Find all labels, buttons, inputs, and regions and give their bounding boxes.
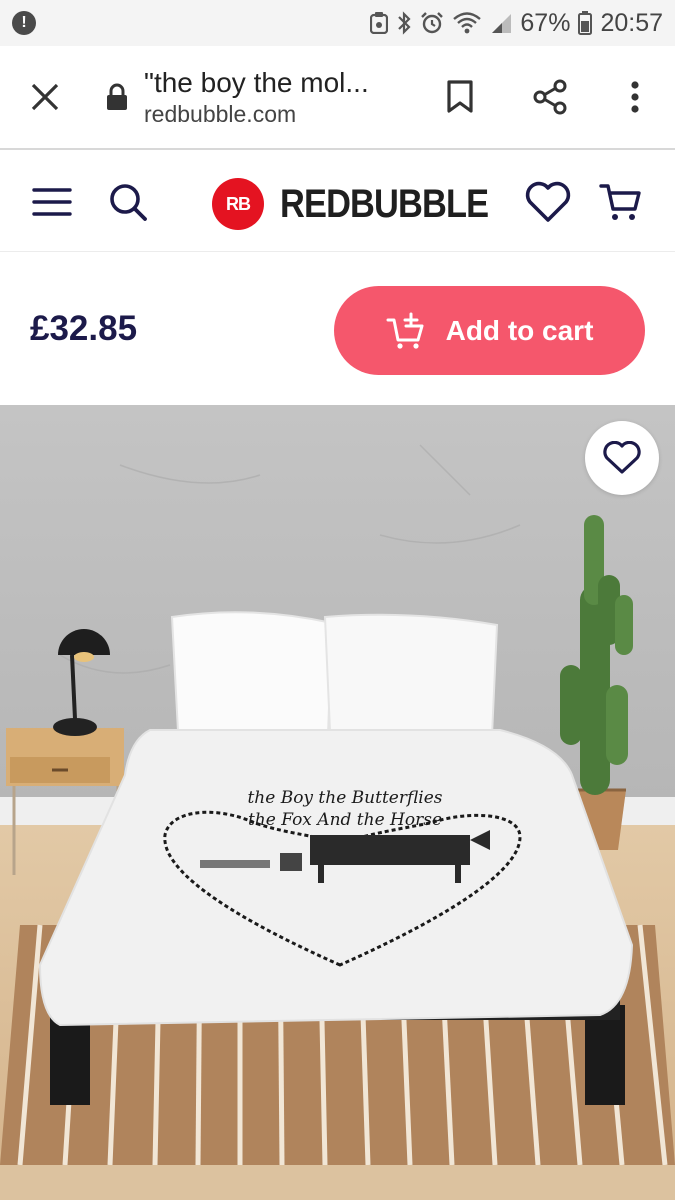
browser-toolbar: "the boy the mol... redbubble.com — [0, 46, 675, 150]
share-icon — [533, 79, 567, 115]
favorite-button[interactable] — [585, 421, 659, 495]
wishlist-button[interactable] — [520, 174, 576, 230]
status-bar: ! 67% 20:57 — [0, 0, 675, 46]
notification-icon — [370, 12, 389, 34]
signal-icon — [490, 12, 512, 34]
page-title: "the boy the mol... — [144, 66, 369, 98]
menu-icon — [32, 188, 72, 216]
more-options-button[interactable] — [595, 45, 675, 149]
site-header: RB REDBUBBLE — [0, 152, 675, 252]
heart-icon — [525, 181, 571, 222]
product-photo: the Boy the Butterflies the Fox And the … — [0, 405, 675, 1200]
product-price: £32.85 — [30, 309, 138, 348]
bookmark-button[interactable] — [415, 45, 505, 149]
product-image[interactable]: the Boy the Butterflies the Fox And the … — [0, 405, 675, 1200]
cart-icon — [599, 184, 641, 220]
alarm-icon — [420, 11, 444, 35]
search-button[interactable] — [100, 174, 156, 230]
add-to-cart-button[interactable]: Add to cart — [334, 286, 645, 375]
add-to-cart-label: Add to cart — [445, 314, 594, 346]
logo-text: REDBUBBLE — [280, 181, 489, 226]
bookmark-icon — [447, 80, 473, 113]
cart-button[interactable] — [592, 174, 648, 230]
battery-icon — [578, 11, 593, 35]
heart-icon — [603, 441, 641, 474]
lock-icon — [104, 83, 130, 111]
redbubble-logo[interactable]: RB REDBUBBLE — [212, 178, 522, 230]
battery-percent: 67% — [520, 8, 571, 37]
svg-text:the Boy the Butterflies: the Boy the Butterflies — [247, 788, 442, 808]
price-bar: £32.85 Add to cart — [0, 253, 675, 405]
alert-icon: ! — [12, 11, 36, 35]
clock: 20:57 — [600, 8, 663, 37]
cart-plus-icon — [386, 312, 426, 350]
wifi-icon — [452, 11, 482, 35]
logo-badge: RB — [212, 178, 264, 230]
share-button[interactable] — [505, 45, 595, 149]
close-tab-button[interactable] — [0, 45, 90, 149]
search-icon — [110, 184, 147, 221]
page-domain: redbubble.com — [144, 100, 297, 127]
menu-button[interactable] — [24, 174, 80, 230]
close-icon — [31, 83, 59, 111]
url-field[interactable]: "the boy the mol... redbubble.com — [144, 67, 415, 128]
more-vert-icon — [631, 81, 639, 113]
bluetooth-icon — [396, 11, 412, 35]
